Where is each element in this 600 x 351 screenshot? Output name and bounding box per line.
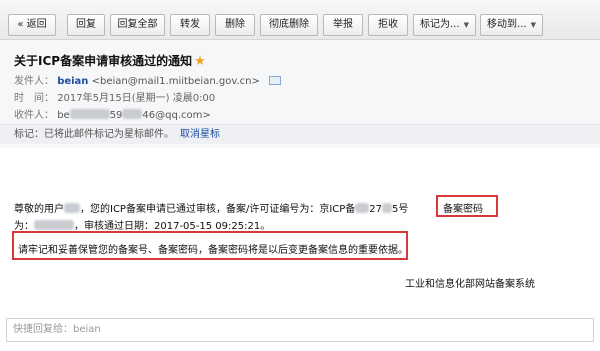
redacted-segment [122, 109, 143, 119]
body-line-2: 为： ，审核通过日期：2017-05-15 09:25:21。 [14, 217, 270, 232]
flag-text: 已将此邮件标记为星标邮件。 [44, 129, 174, 140]
redacted-segment [64, 203, 80, 213]
delete-button[interactable]: 删除 [215, 14, 255, 36]
report-spam-button[interactable]: 举报 [323, 14, 363, 36]
subject-text: 关于ICP备案申请审核通过的通知 [14, 54, 193, 68]
redacted-segment [69, 109, 110, 119]
greeting: 尊敬的用户 [14, 204, 64, 215]
important-note: 请牢记和妥善保管您的备案号、备案密码，备案密码将是以后变更备案信息的重要依据。 [18, 245, 408, 256]
signature: 工业和信息化部网站备案系统 [405, 279, 535, 290]
mail-subject: 关于ICP备案申请审核通过的通知 ★ [14, 52, 206, 69]
star-flag-bar: 标记：已将此邮件标记为星标邮件。 取消星标 [0, 124, 600, 144]
reply-button[interactable]: 回复 [67, 14, 105, 36]
redacted-segment [34, 220, 74, 230]
forward-button[interactable]: 转发 [170, 14, 210, 36]
recipient-suffix: 46@qq.com> [142, 110, 211, 121]
mark-as-label: 标记为... [420, 19, 460, 30]
chevron-down-icon: ▼ [463, 21, 469, 29]
move-to-dropdown[interactable]: 移动到... ▼ [480, 14, 543, 36]
recipient-label: 收件人： [14, 110, 54, 121]
body-line-1: 尊敬的用户 ，您的ICP备案申请已通过审核，备案/许可证编号为：京ICP备 27 5号 [14, 200, 408, 215]
back-button[interactable]: « 返回 [8, 14, 56, 36]
time-row: 时 间： 2017年5月15日(星期一) 凌晨0:00 [14, 89, 215, 104]
time-value: 2017年5月15日(星期一) 凌晨0:00 [57, 93, 216, 104]
sender-name[interactable]: beian [57, 76, 88, 87]
mail-toolbar: « 返回 回复 回复全部 转发 删除 彻底删除 举报 拒收 标记为... ▼ 移动… [0, 0, 600, 40]
line1-middle: ，您的ICP备案申请已通过审核，备案/许可证编号为：京ICP备 [80, 204, 356, 215]
recipient-row: 收件人： be 59 46@qq.com> [14, 106, 211, 121]
quick-reply-input[interactable]: 快捷回复给：beian [6, 318, 594, 342]
redacted-segment [382, 203, 393, 213]
unstar-link[interactable]: 取消星标 [180, 129, 220, 140]
time-label: 时 间： [14, 93, 54, 104]
recipient-mid: 59 [109, 110, 123, 121]
reject-sender-button[interactable]: 拒收 [368, 14, 408, 36]
chevron-down-icon: ▼ [530, 21, 536, 29]
permanent-delete-button[interactable]: 彻底删除 [260, 14, 318, 36]
password-label: 备案密码 [443, 204, 483, 215]
star-icon[interactable]: ★ [194, 54, 206, 69]
reply-all-button[interactable]: 回复全部 [110, 14, 165, 36]
move-to-label: 移动到... [487, 19, 527, 30]
contact-card-icon[interactable] [269, 76, 282, 85]
mark-as-dropdown[interactable]: 标记为... ▼ [413, 14, 476, 36]
line1-tail: 5号 [392, 204, 409, 215]
sender-label: 发件人： [14, 76, 54, 87]
sender-row: 发件人： beian <beian@mail1.miitbeian.gov.cn… [14, 72, 282, 87]
sender-address: <beian@mail1.miitbeian.gov.cn> [91, 76, 260, 87]
flag-label: 标记： [14, 129, 44, 140]
redacted-segment [355, 203, 370, 213]
recipient-prefix: be [57, 110, 70, 121]
line1-number: 27 [369, 204, 383, 215]
